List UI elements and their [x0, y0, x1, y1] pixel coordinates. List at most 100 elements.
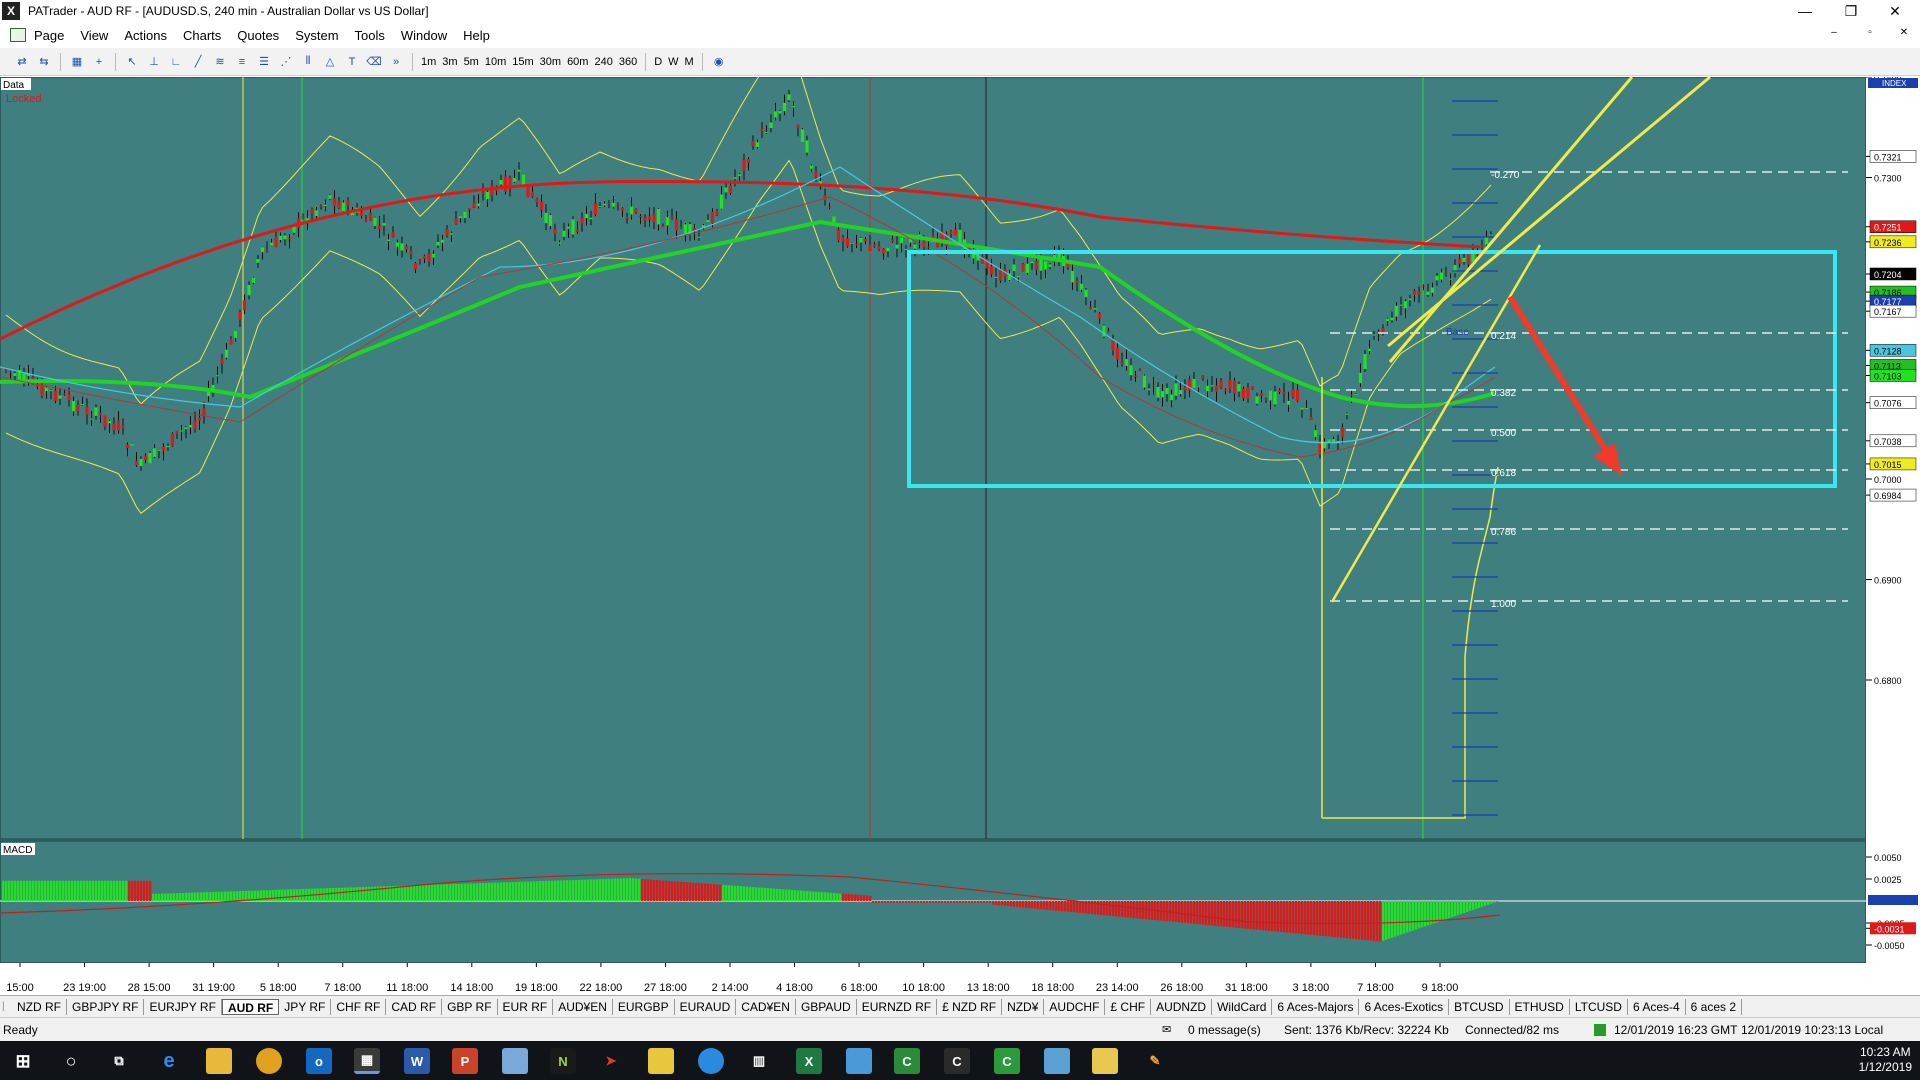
menu-quotes[interactable]: Quotes	[229, 28, 287, 43]
symbol-tab[interactable]: NZD¥	[1002, 998, 1045, 1015]
chrome-icon[interactable]	[256, 1048, 282, 1074]
menu-window[interactable]: Window	[393, 28, 455, 43]
symbol-tab[interactable]: EURAUD	[675, 998, 737, 1015]
symbol-tab[interactable]: ETHUSD	[1510, 998, 1570, 1015]
symbol-tab[interactable]: CHF RF	[331, 998, 387, 1015]
status-messages[interactable]: 0 message(s)	[1188, 1023, 1261, 1037]
menu-actions[interactable]: Actions	[116, 28, 175, 43]
symbol-tab[interactable]: £ NZD RF	[937, 998, 1003, 1015]
eraser-icon[interactable]: ⌫	[364, 53, 384, 71]
gann-fan-icon[interactable]: ⋰	[276, 53, 296, 71]
lock-app-icon[interactable]	[1092, 1048, 1118, 1074]
channel-icon[interactable]: ≋	[210, 53, 230, 71]
symbol-tab[interactable]: CAD RF	[386, 998, 443, 1015]
patrader-icon[interactable]: ▦	[354, 1048, 380, 1074]
symbol-tab[interactable]: EUR RF	[498, 998, 554, 1015]
symbol-tab[interactable]: EURJPY RF	[144, 998, 222, 1015]
symbol-tab[interactable]: 6 Aces-Exotics	[1359, 998, 1450, 1015]
edge-icon[interactable]: e	[156, 1048, 182, 1074]
symbol-tab[interactable]: WildCard	[1212, 998, 1273, 1015]
timeframe-3m[interactable]: 3m	[439, 56, 460, 68]
buy-sell-icon[interactable]: ⇄	[12, 53, 32, 71]
pointer-icon[interactable]: ↖	[122, 53, 142, 71]
menu-tools[interactable]: Tools	[347, 28, 393, 43]
file-explorer-icon[interactable]	[206, 1048, 232, 1074]
symbol-tab[interactable]: EURGBP	[613, 998, 675, 1015]
timeframe-5m[interactable]: 5m	[461, 56, 482, 68]
clock-icon[interactable]: ◉	[709, 53, 729, 71]
mdi-close-button[interactable]: ✕	[1890, 27, 1918, 38]
timeframe-60m[interactable]: 60m	[564, 56, 591, 68]
close-button[interactable]: ✕	[1872, 0, 1918, 22]
symbol-tab[interactable]: NZD RF	[12, 998, 67, 1015]
word-icon[interactable]: W	[404, 1048, 430, 1074]
system-clock[interactable]: 10:23 AM 1/12/2019	[1859, 1045, 1912, 1075]
timeframe-10m[interactable]: 10m	[482, 56, 509, 68]
menu-help[interactable]: Help	[455, 28, 498, 43]
timeframe-360[interactable]: 360	[616, 56, 640, 68]
crosshair-icon[interactable]: +	[89, 53, 109, 71]
symbol-tab[interactable]: AUDNZD	[1151, 998, 1213, 1015]
symbol-tab[interactable]: JPY RF	[279, 998, 332, 1015]
text-icon[interactable]: T	[342, 53, 362, 71]
arrow-app-icon[interactable]: ➤	[598, 1048, 624, 1074]
minimize-button[interactable]: —	[1782, 0, 1828, 22]
menu-page[interactable]: Page	[26, 28, 72, 43]
symbol-tab[interactable]: AUD RF	[221, 998, 280, 1015]
zoom-icon[interactable]	[698, 1048, 724, 1074]
symbol-tab[interactable]: £ CHF	[1105, 998, 1152, 1015]
horizontal-line-icon[interactable]: ⊥	[144, 53, 164, 71]
price-chart[interactable]: Data Locked MACD Base 0.74000.73210.7300…	[0, 77, 1920, 995]
timeframe-30m[interactable]: 30m	[537, 56, 564, 68]
symbol-tab[interactable]: GBPAUD	[796, 998, 857, 1015]
symbol-tab[interactable]: AUDCHF	[1044, 998, 1106, 1015]
chart-icon[interactable]: ▦	[67, 53, 87, 71]
camtasia-editor-icon[interactable]: C	[994, 1048, 1020, 1074]
excel-icon[interactable]: X	[796, 1048, 822, 1074]
period-daily[interactable]: D	[651, 56, 665, 68]
symbol-tab[interactable]: EURNZD RF	[857, 998, 938, 1015]
symbol-tab[interactable]: 6 Aces-Majors	[1272, 998, 1360, 1015]
calculator-icon[interactable]: ▥	[746, 1048, 772, 1074]
tools-app-icon[interactable]: ✎	[1142, 1048, 1168, 1074]
photos-icon[interactable]	[1044, 1048, 1070, 1074]
symbol-tab[interactable]: GBP RF	[442, 998, 498, 1015]
menu-view[interactable]: View	[72, 28, 116, 43]
trendline-icon[interactable]: ╱	[188, 53, 208, 71]
image-app-icon[interactable]	[846, 1048, 872, 1074]
start-icon[interactable]: ⊞	[10, 1048, 36, 1074]
camtasia-icon[interactable]: C	[894, 1048, 920, 1074]
timeframe-15m[interactable]: 15m	[509, 56, 536, 68]
symbol-tab[interactable]: 6 Aces-4	[1628, 998, 1686, 1015]
cycle-lines-icon[interactable]: ⦀	[298, 53, 318, 71]
menu-system[interactable]: System	[287, 28, 346, 43]
search-icon[interactable]: ○	[58, 1048, 84, 1074]
chart-window[interactable]: Data Locked MACD Base 0.74000.73210.7300…	[0, 77, 1920, 995]
more-tools-icon[interactable]: »	[386, 53, 406, 71]
symbol-tab[interactable]: AUD¥EN	[553, 998, 613, 1015]
ninja-icon[interactable]: N	[550, 1048, 576, 1074]
powerpoint-icon[interactable]: P	[452, 1048, 478, 1074]
triangle-icon[interactable]: △	[320, 53, 340, 71]
symbol-tab[interactable]: BTCUSD	[1449, 998, 1510, 1015]
mdi-restore-button[interactable]: ▫	[1856, 27, 1884, 38]
camtasia-recorder-icon[interactable]: C	[944, 1048, 970, 1074]
symbol-tab[interactable]: CAD¥EN	[736, 998, 796, 1015]
outlook-icon[interactable]: o	[306, 1048, 332, 1074]
order-icon[interactable]: ⇆	[34, 53, 54, 71]
mail-icon[interactable]: ✉	[1162, 1023, 1171, 1036]
folder-app-icon[interactable]	[648, 1048, 674, 1074]
chart-page-icon[interactable]	[10, 28, 26, 42]
fibonacci-icon[interactable]: ≡	[232, 53, 252, 71]
timeframe-240[interactable]: 240	[591, 56, 615, 68]
task-view-icon[interactable]: ⧉	[106, 1048, 132, 1074]
symbol-tab[interactable]: GBPJPY RF	[67, 998, 145, 1015]
menu-charts[interactable]: Charts	[175, 28, 229, 43]
period-weekly[interactable]: W	[665, 56, 681, 68]
fib-extension-icon[interactable]: ☰	[254, 53, 274, 71]
vertical-line-icon[interactable]: ∟	[166, 53, 186, 71]
period-monthly[interactable]: M	[682, 56, 697, 68]
symbol-tab[interactable]: 6 aces 2	[1686, 998, 1743, 1015]
maximize-button[interactable]: ❐	[1828, 0, 1874, 22]
mdi-minimize-button[interactable]: –	[1820, 27, 1848, 38]
